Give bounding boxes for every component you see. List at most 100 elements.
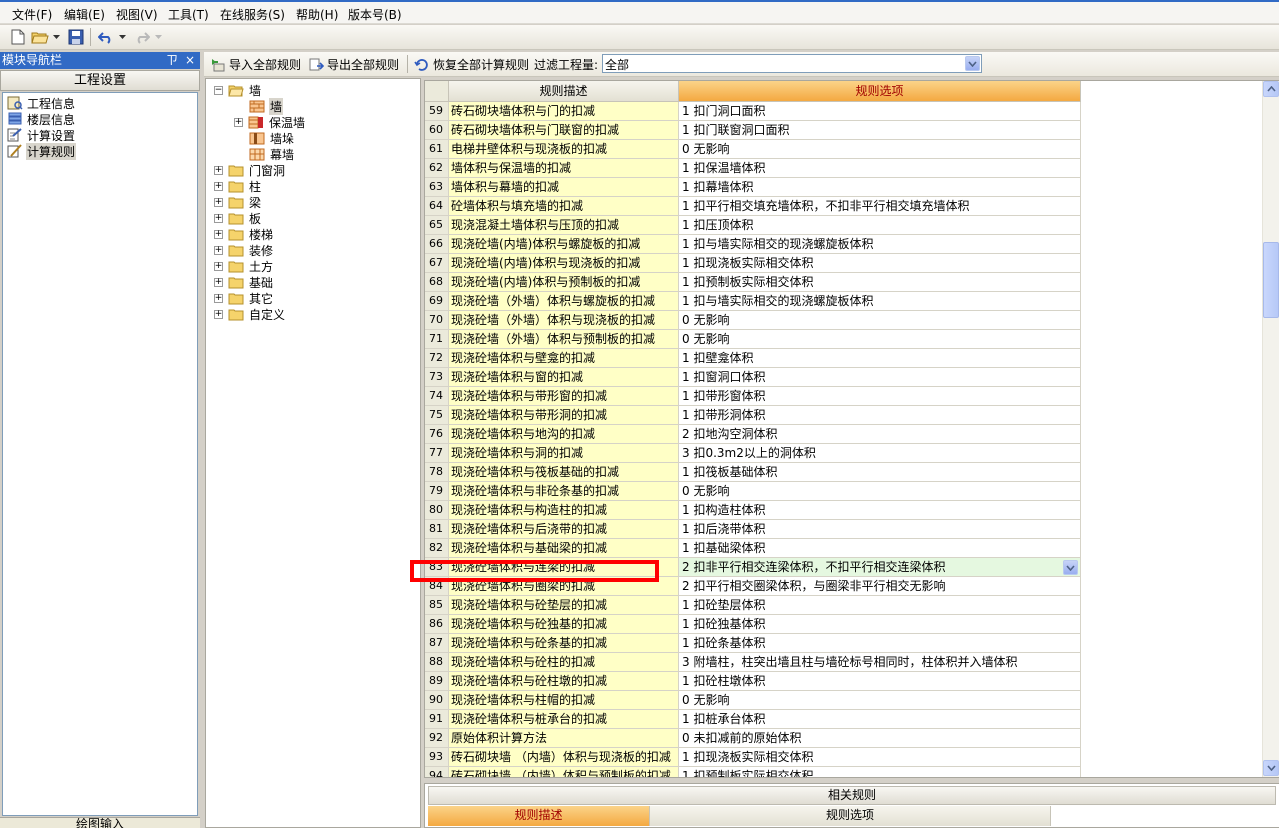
export-all-rules-button[interactable]: 导出全部规则: [308, 56, 399, 73]
table-row[interactable]: 64 砼墙体积与填充墙的扣减 1 扣平行相交填充墙体积，不扣非平行相交填充墙体积: [425, 197, 1081, 216]
grid-header-description[interactable]: 规则描述: [449, 81, 679, 102]
table-row[interactable]: 87 现浇砼墙体积与砼条基的扣减 1 扣砼条基体积: [425, 634, 1081, 653]
table-row[interactable]: 75 现浇砼墙体积与带形洞的扣减 1 扣带形洞体积: [425, 406, 1081, 425]
table-row[interactable]: 84 现浇砼墙体积与圈梁的扣减 2 扣平行相交圈梁体积，与圈梁非平行相交无影响: [425, 577, 1081, 596]
rule-description-cell[interactable]: 砖石砌块墙 （内墙）体积与现浇板的扣减: [449, 748, 679, 767]
table-row[interactable]: 89 现浇砼墙体积与砼柱墩的扣减 1 扣砼柱墩体积: [425, 672, 1081, 691]
scroll-down-arrow-icon[interactable]: [1263, 760, 1279, 776]
table-row[interactable]: 79 现浇砼墙体积与非砼条基的扣减 0 无影响: [425, 482, 1081, 501]
rule-option-cell[interactable]: 0 无影响: [679, 482, 1081, 501]
menu-online-service[interactable]: 在线服务(S): [220, 6, 285, 23]
table-row[interactable]: 77 现浇砼墙体积与洞的扣减 3 扣0.3m2以上的洞体积: [425, 444, 1081, 463]
table-row[interactable]: 69 现浇砼墙（外墙）体积与螺旋板的扣减 1 扣与墙实际相交的现浇螺旋板体积: [425, 292, 1081, 311]
rule-option-cell[interactable]: 0 无影响: [679, 330, 1081, 349]
table-row[interactable]: 68 现浇砼墙(内墙)体积与预制板的扣减 1 扣预制板实际相交体积: [425, 273, 1081, 292]
rule-description-cell[interactable]: 现浇混凝土墙体积与压顶的扣减: [449, 216, 679, 235]
rule-option-cell[interactable]: 1 扣筏板基础体积: [679, 463, 1081, 482]
table-row[interactable]: 93 砖石砌块墙 （内墙）体积与现浇板的扣减 1 扣现浇板实际相交体积: [425, 748, 1081, 767]
rule-description-cell[interactable]: 现浇砼墙体积与构造柱的扣减: [449, 501, 679, 520]
rule-option-cell[interactable]: 1 扣带形窗体积: [679, 387, 1081, 406]
tree-node-wall-child[interactable]: 墙: [249, 97, 284, 115]
rule-description-cell[interactable]: 现浇砼墙（外墙）体积与现浇板的扣减: [449, 311, 679, 330]
rule-option-cell[interactable]: 1 扣门洞口面积: [679, 102, 1081, 121]
rule-option-cell[interactable]: 2 扣地沟空洞体积: [679, 425, 1081, 444]
rule-description-cell[interactable]: 现浇砼墙体积与砼独基的扣减: [449, 615, 679, 634]
rule-description-cell[interactable]: 现浇砼墙体积与壁龛的扣减: [449, 349, 679, 368]
scroll-thumb[interactable]: [1263, 242, 1279, 318]
rule-option-cell[interactable]: 1 扣后浇带体积: [679, 520, 1081, 539]
table-row[interactable]: 81 现浇砼墙体积与后浇带的扣减 1 扣后浇带体积: [425, 520, 1081, 539]
nav-item-calc-settings[interactable]: 计算设置: [7, 127, 76, 143]
rule-option-cell[interactable]: 1 扣带形洞体积: [679, 406, 1081, 425]
expand-icon[interactable]: +: [214, 277, 223, 287]
rule-description-cell[interactable]: 现浇砼墙体积与圈梁的扣减: [449, 577, 679, 596]
expand-icon[interactable]: +: [214, 261, 223, 271]
redo-icon[interactable]: [132, 28, 152, 46]
tree-node-earthwork[interactable]: + 土方: [214, 258, 274, 274]
table-row[interactable]: 90 现浇砼墙体积与柱帽的扣减 0 无影响: [425, 691, 1081, 710]
tree-node-beam[interactable]: + 梁: [214, 194, 262, 210]
expand-icon[interactable]: +: [234, 117, 243, 127]
table-row[interactable]: 86 现浇砼墙体积与砼独基的扣减 1 扣砼独基体积: [425, 615, 1081, 634]
rule-option-cell[interactable]: 0 无影响: [679, 691, 1081, 710]
rule-description-cell[interactable]: 现浇砼墙(内墙)体积与现浇板的扣减: [449, 254, 679, 273]
menu-edit[interactable]: 编辑(E): [64, 6, 105, 23]
table-row[interactable]: 76 现浇砼墙体积与地沟的扣减 2 扣地沟空洞体积: [425, 425, 1081, 444]
rule-description-cell[interactable]: 砖石砌块墙体积与门的扣减: [449, 102, 679, 121]
tree-node-insulation-wall[interactable]: + 保温墙: [234, 114, 306, 130]
save-icon[interactable]: [66, 28, 86, 46]
rule-option-cell[interactable]: 2 扣平行相交圈梁体积，与圈梁非平行相交无影响: [679, 577, 1081, 596]
table-row[interactable]: 66 现浇砼墙(内墙)体积与螺旋板的扣减 1 扣与墙实际相交的现浇螺旋板体积: [425, 235, 1081, 254]
expand-icon[interactable]: +: [214, 197, 223, 207]
rule-option-cell[interactable]: 1 扣现浇板实际相交体积: [679, 254, 1081, 273]
rule-description-cell[interactable]: 现浇砼墙体积与砼柱墩的扣减: [449, 672, 679, 691]
menu-tools[interactable]: 工具(T): [168, 6, 209, 23]
tree-node-door-window[interactable]: + 门窗洞: [214, 162, 286, 178]
rule-description-cell[interactable]: 现浇砼墙体积与筏板基础的扣减: [449, 463, 679, 482]
rule-description-cell[interactable]: 砼墙体积与填充墙的扣减: [449, 197, 679, 216]
tree-node-column[interactable]: + 柱: [214, 178, 262, 194]
tree-node-decoration[interactable]: + 装修: [214, 242, 274, 258]
rule-option-cell[interactable]: 1 扣砼柱墩体积: [679, 672, 1081, 691]
table-row[interactable]: 92 原始体积计算方法 0 未扣减前的原始体积: [425, 729, 1081, 748]
rule-option-cell[interactable]: 1 扣预制板实际相交体积: [679, 273, 1081, 292]
table-row[interactable]: 60 砖石砌块墙体积与门联窗的扣减 1 扣门联窗洞口面积: [425, 121, 1081, 140]
rule-description-cell[interactable]: 现浇砼墙体积与砼柱的扣减: [449, 653, 679, 672]
rule-option-cell[interactable]: 1 扣砼独基体积: [679, 615, 1081, 634]
pin-icon[interactable]: ㄗ: [166, 52, 178, 69]
table-row[interactable]: 63 墙体积与幕墙的扣减 1 扣幕墙体积: [425, 178, 1081, 197]
nav-item-calc-rules[interactable]: 计算规则: [7, 142, 77, 160]
rule-option-cell[interactable]: 0 未扣减前的原始体积: [679, 729, 1081, 748]
rule-description-cell[interactable]: 现浇砼墙(内墙)体积与螺旋板的扣减: [449, 235, 679, 254]
menu-help[interactable]: 帮助(H): [296, 6, 338, 23]
rule-description-cell[interactable]: 现浇砼墙体积与洞的扣减: [449, 444, 679, 463]
menu-view[interactable]: 视图(V): [116, 6, 158, 23]
rule-option-cell[interactable]: 0 无影响: [679, 140, 1081, 159]
tree-node-curtain-wall[interactable]: 幕墙: [249, 146, 295, 162]
table-row[interactable]: 70 现浇砼墙（外墙）体积与现浇板的扣减 0 无影响: [425, 311, 1081, 330]
rule-description-cell[interactable]: 现浇砼墙体积与砼条基的扣减: [449, 634, 679, 653]
grid-header-option[interactable]: 规则选项: [679, 81, 1081, 102]
rule-description-cell[interactable]: 电梯井壁体积与现浇板的扣减: [449, 140, 679, 159]
rule-description-cell[interactable]: 现浇砼墙（外墙）体积与螺旋板的扣减: [449, 292, 679, 311]
rule-description-cell[interactable]: 现浇砼墙（外墙）体积与预制板的扣减: [449, 330, 679, 349]
table-row[interactable]: 78 现浇砼墙体积与筏板基础的扣减 1 扣筏板基础体积: [425, 463, 1081, 482]
rule-option-cell[interactable]: 1 扣平行相交填充墙体积，不扣非平行相交填充墙体积: [679, 197, 1081, 216]
rule-description-cell[interactable]: 现浇砼墙体积与带形窗的扣减: [449, 387, 679, 406]
rule-description-cell[interactable]: 现浇砼墙体积与柱帽的扣减: [449, 691, 679, 710]
undo-dropdown-icon[interactable]: [116, 28, 128, 46]
new-file-icon[interactable]: [8, 28, 28, 46]
rule-option-cell[interactable]: 1 扣壁龛体积: [679, 349, 1081, 368]
rule-description-cell[interactable]: 现浇砼墙体积与带形洞的扣减: [449, 406, 679, 425]
rule-description-cell[interactable]: 现浇砼墙体积与窗的扣减: [449, 368, 679, 387]
close-icon[interactable]: ×: [185, 52, 195, 69]
rule-option-cell[interactable]: 1 扣压顶体积: [679, 216, 1081, 235]
table-row[interactable]: 61 电梯井壁体积与现浇板的扣减 0 无影响: [425, 140, 1081, 159]
rule-description-cell[interactable]: 砖石砌块墙 （内墙）体积与预制板的扣减: [449, 767, 679, 777]
table-row[interactable]: 83 现浇砼墙体积与连梁的扣减 2 扣非平行相交连梁体积，不扣平行相交连梁体积: [425, 558, 1081, 577]
rule-description-cell[interactable]: 现浇砼墙体积与后浇带的扣减: [449, 520, 679, 539]
rule-description-cell[interactable]: 现浇砼墙体积与砼垫层的扣减: [449, 596, 679, 615]
rule-option-cell[interactable]: 0 无影响: [679, 311, 1081, 330]
tree-node-foundation[interactable]: + 基础: [214, 274, 274, 290]
tree-node-custom[interactable]: + 自定义: [214, 306, 286, 322]
